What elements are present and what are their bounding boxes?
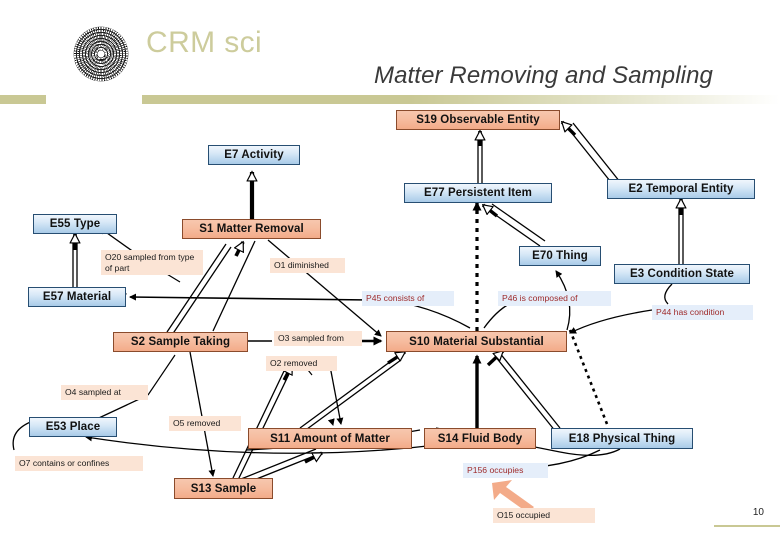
property-label-o1: O1 diminished	[270, 258, 345, 273]
page-number: 10	[752, 507, 764, 518]
node-e18[interactable]: E18 Physical Thing	[551, 428, 693, 449]
node-s19[interactable]: S19 Observable Entity	[396, 110, 560, 130]
property-label-o2: O2 removed	[266, 356, 337, 371]
node-e57[interactable]: E57 Material	[28, 287, 126, 307]
node-e55[interactable]: E55 Type	[33, 214, 117, 234]
node-e3[interactable]: E3 Condition State	[614, 264, 750, 284]
property-label-p45: P45 consists of	[362, 291, 454, 306]
property-label-p46: P46 is composed of	[498, 291, 611, 306]
property-label-o5: O5 removed	[169, 416, 241, 431]
node-s2[interactable]: S2 Sample Taking	[113, 332, 248, 352]
node-s14[interactable]: S14 Fluid Body	[424, 428, 536, 449]
property-label-o7: O7 contains or confines	[15, 456, 143, 471]
node-e53[interactable]: E53 Place	[29, 417, 117, 437]
property-label-o4: O4 sampled at	[61, 385, 148, 400]
node-e77[interactable]: E77 Persistent Item	[404, 183, 552, 203]
node-e7[interactable]: E7 Activity	[208, 145, 300, 165]
footer-rule	[714, 525, 780, 527]
node-e2[interactable]: E2 Temporal Entity	[607, 179, 755, 199]
property-label-o20: O20 sampled from type of part	[101, 250, 203, 276]
node-s10[interactable]: S10 Material Substantial	[386, 331, 567, 352]
property-label-o15: O15 occupied	[493, 508, 595, 523]
property-label-p44: P44 has condition	[652, 305, 753, 320]
node-s11[interactable]: S11 Amount of Matter	[248, 428, 412, 449]
slide-canvas: CRM sci Matter Removing and Sampling S19…	[0, 0, 780, 540]
node-s1[interactable]: S1 Matter Removal	[182, 219, 321, 239]
node-s13[interactable]: S13 Sample	[174, 478, 273, 499]
property-label-p156: P156 occupies	[463, 463, 548, 478]
property-label-o3: O3 sampled from	[274, 331, 362, 346]
node-e70[interactable]: E70 Thing	[519, 246, 601, 266]
